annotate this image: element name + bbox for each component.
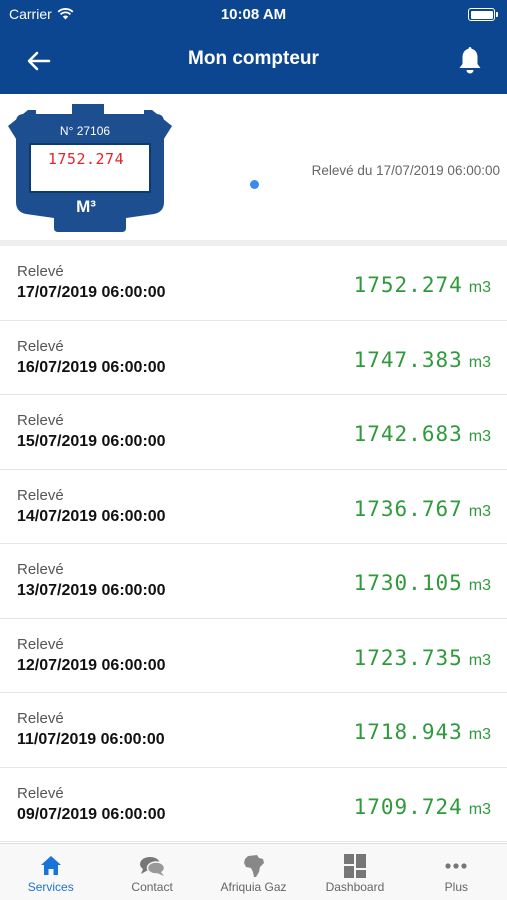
tab-dashboard[interactable]: Dashboard xyxy=(304,844,405,900)
reading-number: 1747.383 xyxy=(353,347,463,372)
last-reading-date: Relevé du 17/07/2019 06:00:00 xyxy=(311,163,500,178)
dashboard-grid-icon xyxy=(343,854,366,878)
reading-date: 13/07/2019 06:00:00 xyxy=(17,582,166,599)
meter-card: N° 27106 1752.274 M³ Relevé du 17/07/201… xyxy=(0,94,507,240)
reading-value: 1730.105 m3 xyxy=(354,571,491,595)
reading-value: 1752.274 m3 xyxy=(354,273,491,297)
reading-value: 1742.683 m3 xyxy=(354,422,491,446)
list-item[interactable]: Relevé 13/07/2019 06:00:00 1730.105 m3 xyxy=(0,544,507,619)
list-item[interactable]: Relevé 15/07/2019 06:00:00 1742.683 m3 xyxy=(0,395,507,470)
reading-unit: m3 xyxy=(468,577,491,594)
tab-label: Afriquia Gaz xyxy=(220,880,287,894)
home-icon xyxy=(40,856,61,875)
tab-contact[interactable]: Contact xyxy=(101,844,202,900)
reading-date: 11/07/2019 06:00:00 xyxy=(17,731,165,748)
page-title: Mon compteur xyxy=(188,48,319,69)
top-bar: Carrier 10:08 AM Mon compteur xyxy=(0,0,507,94)
reading-label: Relevé xyxy=(17,710,64,727)
chat-bubbles-icon xyxy=(140,857,166,876)
reading-number: 1752.274 xyxy=(353,273,463,297)
reading-unit: m3 xyxy=(468,428,491,445)
tab-label: Plus xyxy=(444,880,468,894)
reading-label: Relevé xyxy=(17,784,64,802)
reading-label: Relevé xyxy=(17,412,64,429)
list-item[interactable]: Relevé 16/07/2019 06:00:00 1747.383 m3 xyxy=(0,320,507,395)
list-item[interactable]: Relevé 14/07/2019 06:00:00 1736.767 m3 xyxy=(0,469,507,544)
reading-number: 1723.735 xyxy=(353,645,463,670)
reading-unit: m3 xyxy=(468,651,491,669)
meter-number: N° 27106 xyxy=(59,124,111,138)
reading-date: 15/07/2019 06:00:00 xyxy=(17,433,166,450)
reading-date: 17/07/2019 06:00:00 xyxy=(17,284,166,301)
tab-bar: Services Contact Afriquia Gaz Dashboard xyxy=(0,843,507,900)
africa-map-icon xyxy=(243,855,264,877)
tab-afriquia-gaz[interactable]: Afriquia Gaz xyxy=(203,844,304,900)
reading-number: 1736.767 xyxy=(353,496,463,521)
reading-value: 1718.943 m3 xyxy=(354,720,491,744)
reading-unit: m3 xyxy=(468,279,491,296)
status-time: 10:08 AM xyxy=(220,6,287,23)
reading-number: 1742.683 xyxy=(353,422,463,446)
tab-label: Contact xyxy=(131,880,173,894)
tab-label: Dashboard xyxy=(325,880,385,894)
readings-list: Relevé 17/07/2019 06:00:00 1752.274 m3 R… xyxy=(0,246,507,842)
meter-unit: M³ xyxy=(76,197,96,216)
reading-date: 09/07/2019 06:00:00 xyxy=(17,805,166,823)
battery-icon xyxy=(468,8,498,21)
reading-date: 14/07/2019 06:00:00 xyxy=(17,507,166,525)
tab-label: Services xyxy=(27,880,74,894)
tab-plus[interactable]: Plus xyxy=(406,844,507,900)
reading-label: Relevé xyxy=(17,635,64,653)
reading-label: Relevé xyxy=(17,561,64,578)
reading-date: 16/07/2019 06:00:00 xyxy=(17,358,166,376)
reading-value: 1709.724 m3 xyxy=(354,795,491,819)
reading-unit: m3 xyxy=(468,502,491,520)
tab-services[interactable]: Services xyxy=(0,844,101,900)
reading-label: Relevé xyxy=(17,486,64,504)
status-bar: Carrier 10:08 AM xyxy=(0,0,507,28)
reading-unit: m3 xyxy=(468,353,491,371)
list-item[interactable]: Relevé 09/07/2019 06:00:00 1709.724 m3 xyxy=(0,767,507,842)
reading-number: 1718.943 xyxy=(353,720,463,744)
reading-value: 1747.383 m3 xyxy=(354,348,491,372)
bell-icon[interactable] xyxy=(455,44,485,76)
meter-display-reading: 1752.274 xyxy=(47,150,125,168)
reading-unit: m3 xyxy=(468,800,491,818)
list-item[interactable]: Relevé 11/07/2019 06:00:00 1718.943 m3 xyxy=(0,693,507,768)
list-item[interactable]: Relevé 12/07/2019 06:00:00 1723.735 m3 xyxy=(0,618,507,693)
reading-value: 1736.767 m3 xyxy=(354,497,491,521)
reading-unit: m3 xyxy=(468,726,491,743)
reading-label: Relevé xyxy=(17,263,64,280)
reading-date: 12/07/2019 06:00:00 xyxy=(17,656,166,674)
nav-bar: Mon compteur xyxy=(0,28,507,94)
reading-value: 1723.735 m3 xyxy=(354,646,491,670)
reading-number: 1730.105 xyxy=(353,571,463,595)
reading-number: 1709.724 xyxy=(353,794,463,819)
list-item[interactable]: Relevé 17/07/2019 06:00:00 1752.274 m3 xyxy=(0,246,507,321)
page-indicator-dot xyxy=(250,180,259,189)
reading-label: Relevé xyxy=(17,337,64,355)
more-dots-icon xyxy=(445,863,467,869)
